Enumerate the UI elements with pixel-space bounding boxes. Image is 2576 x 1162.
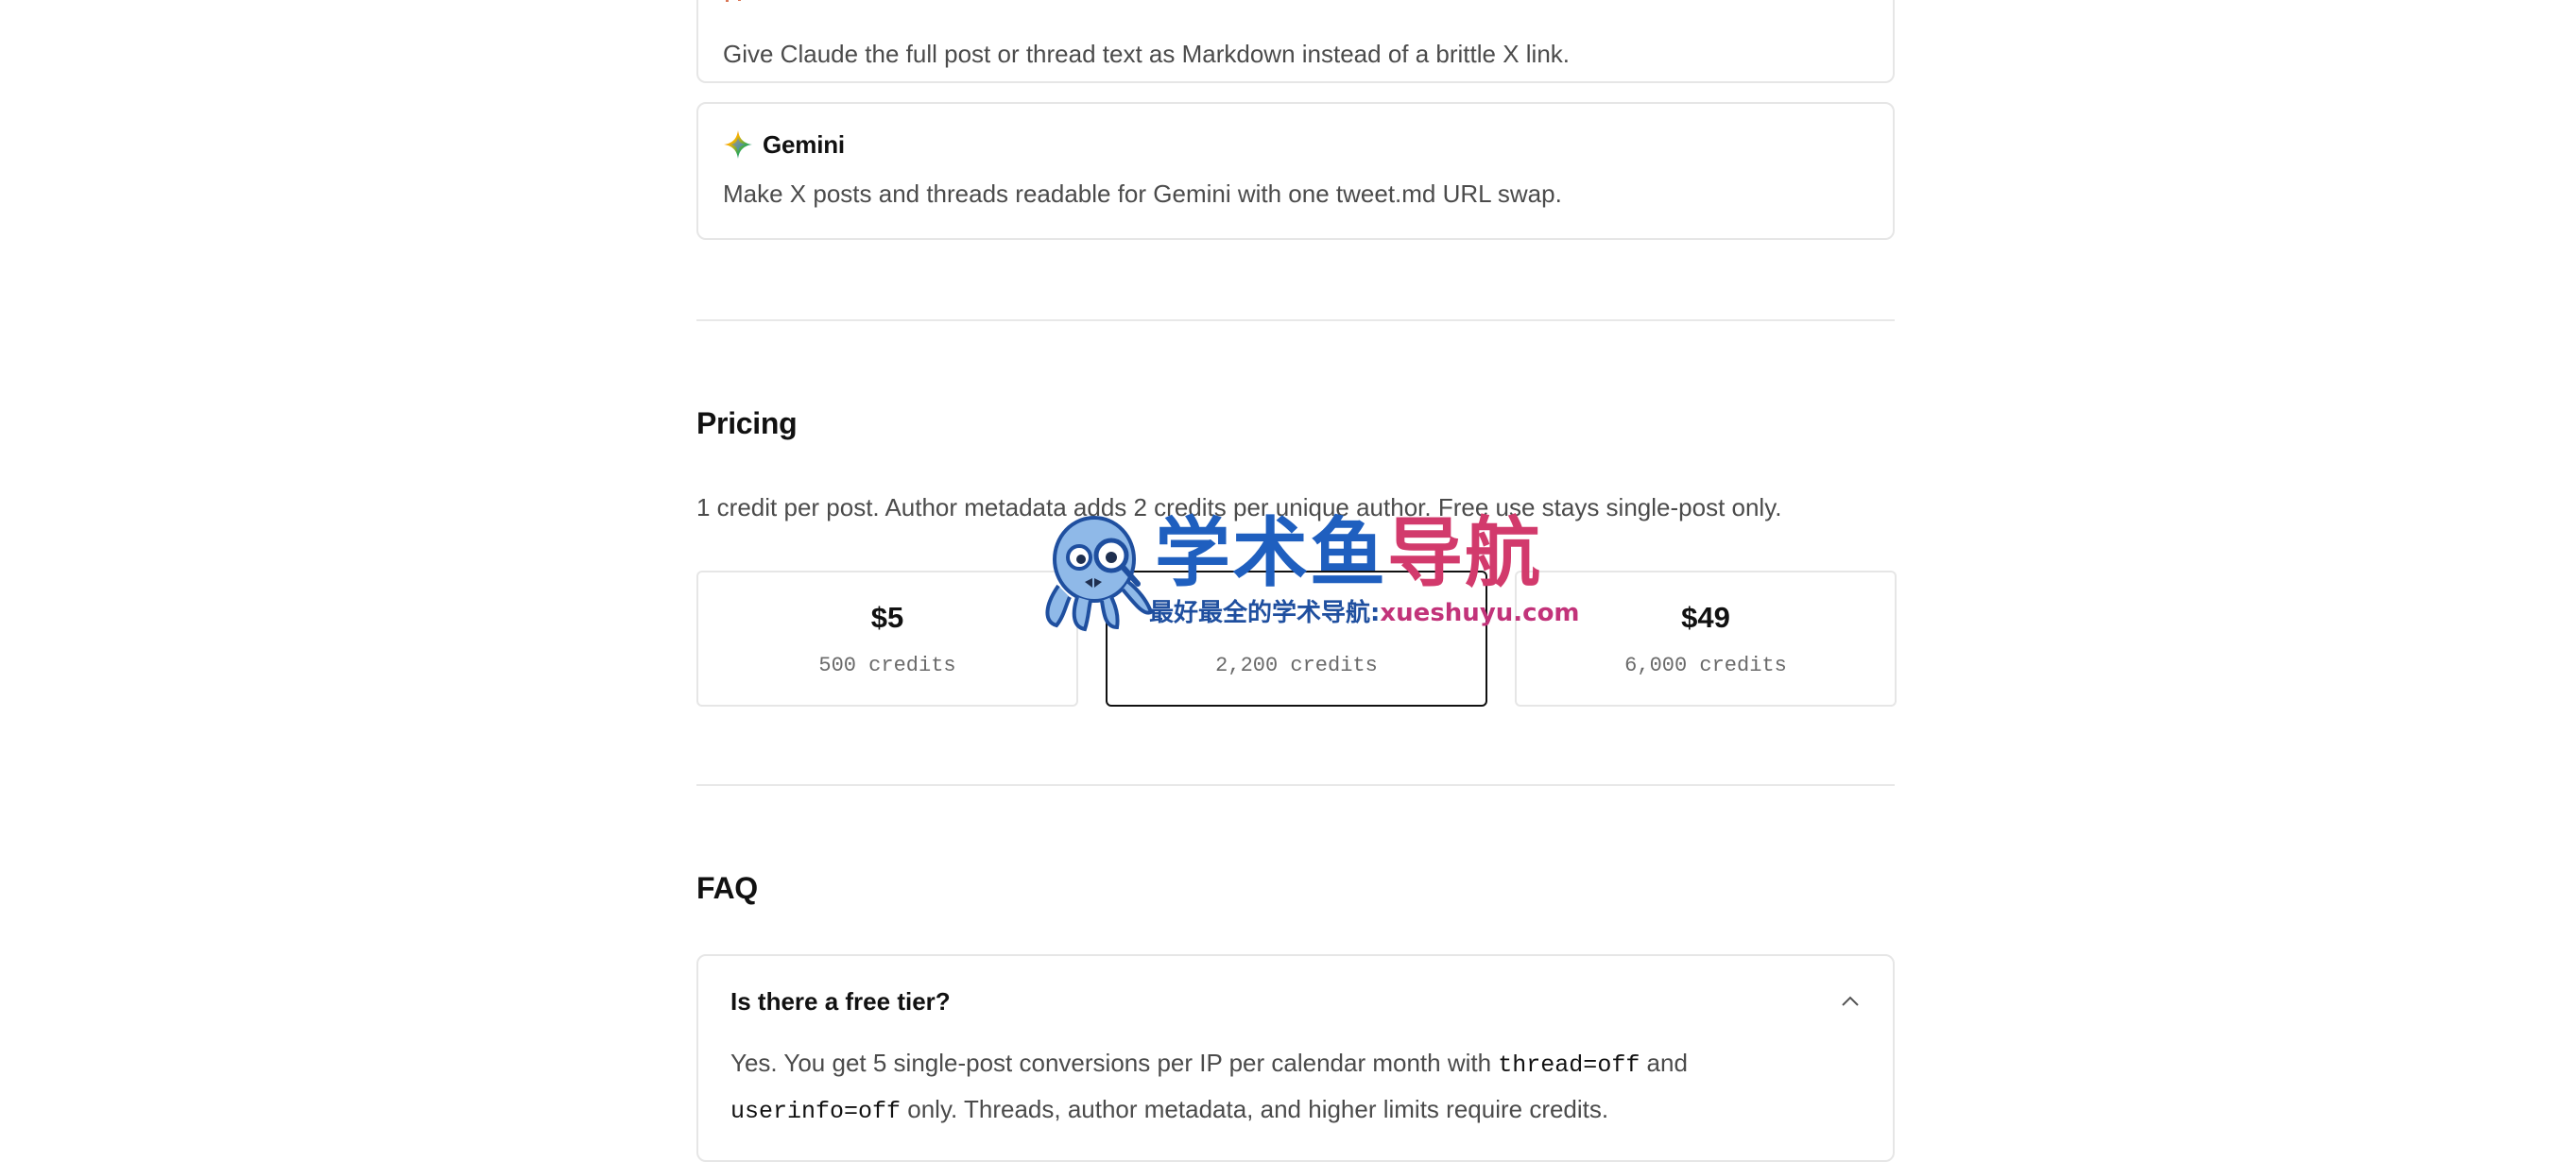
integration-title: Gemini [763,129,845,159]
price-tier-card[interactable]: $5 500 credits [696,571,1078,707]
faq-question: Is there a free tier? [730,986,951,1016]
pricing-heading: Pricing [696,406,798,440]
integration-description: Give Claude the full post or thread text… [723,40,1571,68]
price-credits: 6,000 credits [1624,654,1787,677]
integration-description: Make X posts and threads readable for Ge… [723,179,1562,208]
price-credits: 500 credits [818,654,956,677]
faq-heading: FAQ [696,871,758,905]
integration-header: Gemini [723,128,845,161]
pricing-description: 1 credit per post. Author metadata adds … [696,493,1782,521]
gemini-sparkle-icon [724,130,752,159]
integration-card-claude[interactable]: Give Claude the full post or thread text… [696,0,1895,83]
price-tier-card-selected[interactable]: 2,200 credits [1106,571,1487,707]
faq-item: Is there a free tier? Yes. You get 5 sin… [696,954,1895,1162]
faq-answer-text: Yes. You get 5 single-post conversions p… [730,1049,1499,1077]
price-tier-card[interactable]: $49 6,000 credits [1515,571,1897,707]
faq-answer-text: only. Threads, author metadata, and high… [901,1095,1609,1123]
faq-question-toggle[interactable]: Is there a free tier? [730,981,1861,1022]
integration-card-gemini[interactable]: Gemini Make X posts and threads readable… [696,102,1895,240]
claude-icon [726,0,741,2]
faq-answer-text: and [1640,1049,1688,1077]
price-credits: 2,200 credits [1215,654,1378,677]
chevron-up-icon [1842,996,1859,1006]
page: Give Claude the full post or thread text… [0,0,2576,1162]
price-amount: $5 [870,601,904,634]
section-divider [696,319,1895,321]
faq-answer: Yes. You get 5 single-post conversions p… [730,1041,1861,1134]
section-divider [696,784,1895,786]
code-userinfo-off: userinfo=off [730,1098,902,1125]
code-thread-off: thread=off [1498,1051,1640,1079]
price-amount: $49 [1681,601,1730,634]
